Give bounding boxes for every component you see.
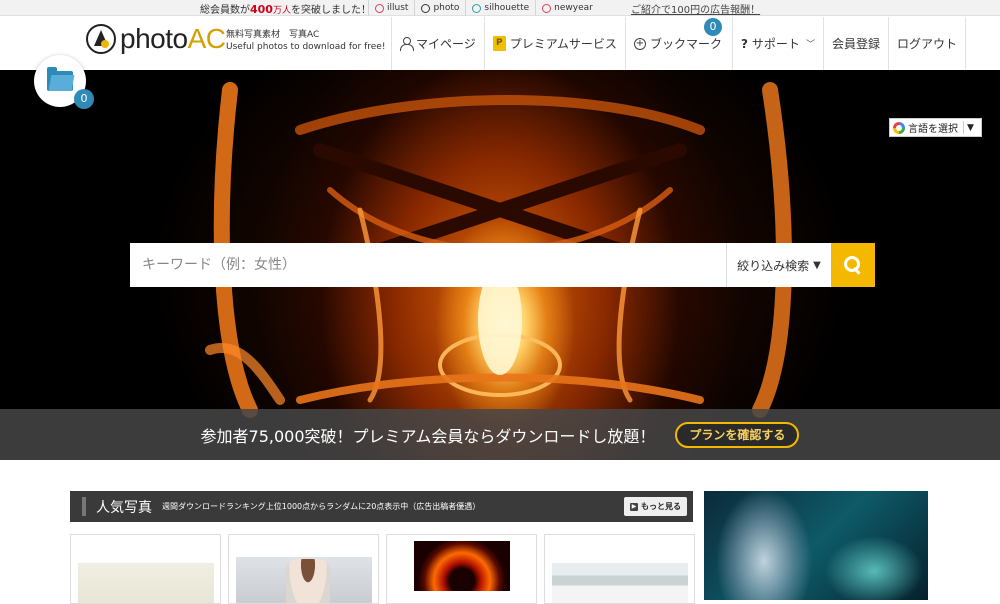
logo-text-ac: AC bbox=[187, 23, 226, 54]
nav-support-label: サポート bbox=[751, 37, 800, 51]
section-subtitle: 週間ダウンロードランキング上位1000点からランダムに20点表示中（広告出稿者優… bbox=[162, 502, 481, 511]
site-link-silhouette[interactable]: silhouette bbox=[465, 0, 535, 16]
nav-register-label: 会員登録 bbox=[831, 37, 880, 51]
logo-text-photo: photo bbox=[120, 23, 188, 54]
photo-subject bbox=[286, 559, 330, 603]
site-link-illust[interactable]: illust bbox=[368, 0, 414, 16]
language-select[interactable]: 言語を選択 ▼ bbox=[889, 118, 982, 137]
check-plan-button[interactable]: プランを確認する bbox=[675, 421, 800, 448]
search-icon bbox=[844, 256, 862, 274]
photo-card[interactable] bbox=[70, 534, 221, 604]
site-link-newyear[interactable]: newyear bbox=[535, 0, 599, 16]
section-accent bbox=[82, 497, 86, 516]
section-title: 人気写真 bbox=[96, 499, 152, 516]
nav-logout-label: ログアウト bbox=[896, 37, 957, 51]
dropdown-arrow-icon: ▼ bbox=[813, 259, 821, 271]
google-icon bbox=[893, 121, 905, 134]
nav-premium[interactable]: P プレミアムサービス bbox=[483, 17, 625, 70]
filter-label: 絞り込み検索 bbox=[737, 258, 810, 273]
popular-photos-header: 人気写真 週間ダウンロードランキング上位1000点からランダムに20点表示中（広… bbox=[70, 491, 693, 522]
search-button[interactable] bbox=[831, 243, 875, 287]
sister-site-links: illust photo silhouette newyear bbox=[368, 0, 599, 16]
see-more-label: もっと見る bbox=[641, 502, 681, 511]
site-link-photo[interactable]: photo bbox=[414, 0, 465, 16]
photo-card[interactable] bbox=[544, 534, 695, 604]
notice-number: 400 bbox=[250, 3, 273, 16]
nav-mypage-label: マイページ bbox=[416, 37, 476, 51]
promo-text: 参加者75,000突破！プレミアム会員ならダウンロードし放題！ bbox=[200, 426, 656, 446]
folder-count-badge: 0 bbox=[74, 89, 94, 109]
site-label: newyear bbox=[554, 3, 593, 13]
site-label: photo bbox=[433, 3, 460, 13]
photo-thumbnail bbox=[414, 541, 510, 591]
side-banner-ad[interactable] bbox=[704, 491, 928, 600]
question-icon: ? bbox=[740, 36, 748, 51]
nav-register[interactable]: 会員登録 bbox=[822, 17, 888, 70]
main-nav: マイページ P プレミアムサービス + ブックマーク 0 ? サポート ﹀ 会員… bbox=[391, 17, 966, 70]
language-select-label: 言語を選択 bbox=[908, 124, 958, 135]
member-count-notice: 総会員数が400万人を突破しました！ bbox=[200, 1, 371, 16]
search-bar: 絞り込み検索 ▼ bbox=[130, 243, 875, 287]
folder-icon bbox=[47, 67, 73, 91]
premium-promo-bar: 参加者75,000突破！プレミアム会員ならダウンロードし放題！ プランを確認する bbox=[0, 409, 1000, 460]
site-logo[interactable]: photoAC bbox=[86, 23, 226, 55]
chevron-down-icon: ﹀ bbox=[805, 40, 815, 50]
nav-bookmark-label: ブックマーク bbox=[649, 37, 722, 51]
referral-link[interactable]: ご紹介で100円の広告報酬！ bbox=[631, 1, 760, 16]
site-header: photoAC 無料写真素材 写真AC Useful photos to dow… bbox=[0, 17, 1000, 70]
notice-prefix: 総会員数が bbox=[200, 5, 250, 16]
hero-banner: 言語を選択 ▼ 絞り込み検索 ▼ 参加者75,000突破！プレミアム会員ならダウ… bbox=[0, 70, 1000, 460]
nav-mypage[interactable]: マイページ bbox=[391, 17, 484, 70]
photo-thumbnail bbox=[236, 557, 372, 603]
nav-logout[interactable]: ログアウト bbox=[887, 17, 966, 70]
tagline-jp: 無料写真素材 写真AC bbox=[226, 30, 320, 40]
photo-icon bbox=[421, 3, 431, 13]
photo-thumbnail bbox=[552, 563, 688, 603]
silhouette-icon bbox=[472, 3, 482, 13]
bookmark-count-badge: 0 bbox=[703, 18, 722, 36]
photo-card[interactable] bbox=[228, 534, 379, 604]
popular-photo-grid bbox=[70, 534, 695, 604]
search-input[interactable] bbox=[130, 243, 726, 287]
site-label: silhouette bbox=[484, 3, 530, 13]
illust-icon bbox=[375, 3, 384, 13]
filter-search-dropdown[interactable]: 絞り込み検索 ▼ bbox=[726, 243, 831, 287]
photoac-logo-icon bbox=[86, 24, 116, 54]
logo-text: photoAC bbox=[120, 23, 226, 55]
plus-circle-icon: + bbox=[633, 37, 646, 50]
notice-suffix: を突破しました！ bbox=[290, 5, 371, 16]
nav-bookmark[interactable]: + ブックマーク 0 bbox=[624, 17, 732, 70]
newyear-icon bbox=[542, 3, 552, 13]
site-label: illust bbox=[387, 3, 409, 13]
nav-premium-label: プレミアムサービス bbox=[509, 37, 617, 51]
see-more-button[interactable]: ▶ もっと見る bbox=[624, 497, 687, 516]
separator bbox=[963, 121, 964, 134]
photo-thumbnail bbox=[78, 563, 214, 603]
top-announcement-bar: 総会員数が400万人を突破しました！ illust photo silhouet… bbox=[0, 0, 1000, 16]
person-icon bbox=[400, 37, 414, 51]
nav-support[interactable]: ? サポート ﹀ bbox=[731, 17, 823, 70]
site-tagline: 無料写真素材 写真AC Useful photos to download fo… bbox=[226, 29, 385, 53]
tagline-en: Useful photos to download for free! bbox=[226, 42, 386, 52]
notice-unit: 万人 bbox=[272, 6, 291, 16]
photo-card[interactable] bbox=[386, 534, 537, 604]
arrow-right-icon: ▶ bbox=[630, 502, 638, 511]
dropdown-arrow-icon: ▼ bbox=[967, 122, 974, 133]
premium-icon: P bbox=[492, 36, 506, 51]
